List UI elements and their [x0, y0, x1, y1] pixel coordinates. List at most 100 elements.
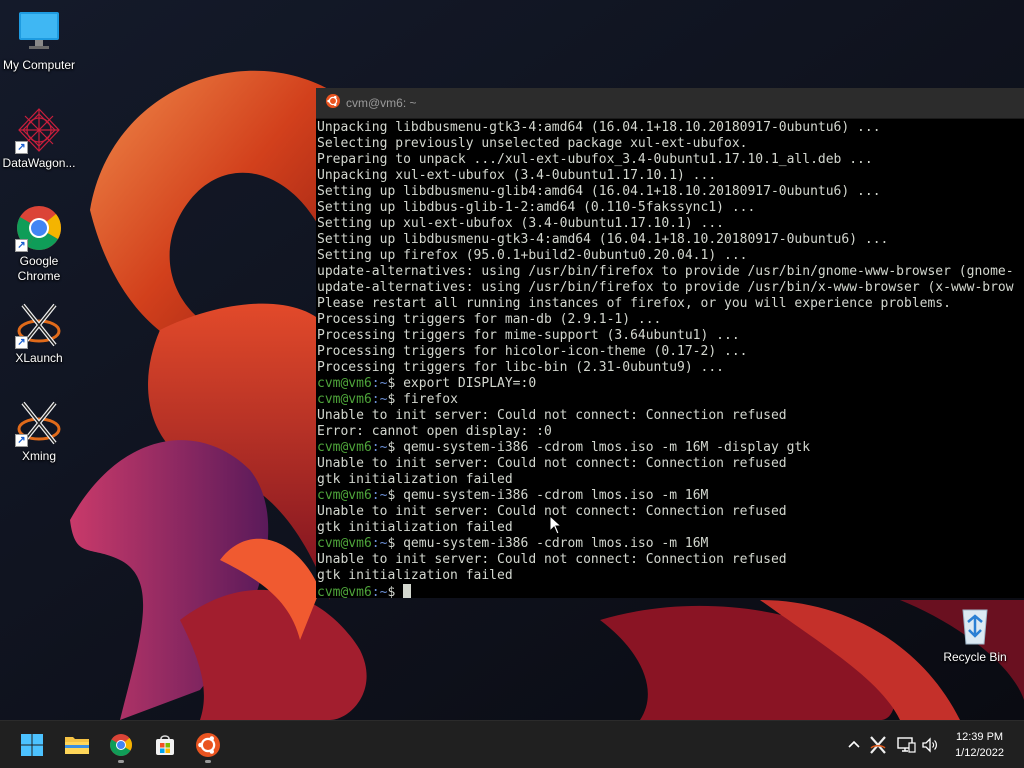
desktop-icon-label: Google Chrome	[17, 254, 61, 283]
volume-button[interactable]	[920, 735, 940, 755]
terminal-command-line: cvm@vm6:~$ qemu-system-i386 -cdrom lmos.…	[317, 488, 1024, 504]
terminal-output-line: update-alternatives: using /usr/bin/fire…	[317, 264, 1014, 279]
terminal-command-line: cvm@vm6:~$ export DISPLAY=:0	[317, 376, 1024, 392]
terminal-output-line: Processing triggers for mime-support (3.…	[317, 328, 740, 343]
desktop-icon-datawagon[interactable]: ↗ DataWagon...	[1, 106, 77, 171]
terminal-window[interactable]: cvm@vm6: ~ Unpacking libdbusmenu-gtk3-4:…	[316, 88, 1024, 598]
windows-logo-icon	[21, 734, 43, 756]
terminal-output-line: gtk initialization failed	[317, 568, 513, 583]
mouse-pointer-icon	[549, 515, 563, 535]
xming-tray-button[interactable]	[868, 735, 888, 755]
shortcut-arrow-icon: ↗	[15, 434, 28, 447]
running-indicator	[205, 760, 211, 763]
chevron-up-icon	[848, 740, 860, 748]
terminal-output-line: Setting up xul-ext-ubufox (3.4-0ubuntu1.…	[317, 216, 724, 231]
prompt-path: :~	[371, 392, 388, 407]
command-text: $	[387, 585, 404, 598]
terminal-command-line: cvm@vm6:~$ qemu-system-i386 -cdrom lmos.…	[317, 536, 1024, 552]
prompt-path: :~	[371, 585, 388, 598]
prompt-path: :~	[371, 488, 388, 503]
terminal-output-line: Setting up libdbusmenu-glib4:amd64 (16.0…	[317, 184, 881, 199]
desktop-icon-label: My Computer	[2, 58, 76, 72]
terminal-output-line: Setting up libdbus-glib-1-2:amd64 (0.110…	[317, 200, 756, 215]
terminal-output-line: Preparing to unpack .../xul-ext-ubufox_3…	[317, 152, 873, 167]
desktop-icon-label: XLaunch	[15, 351, 63, 365]
shortcut-arrow-icon: ↗	[15, 141, 28, 154]
terminal-output-line: Processing triggers for hicolor-icon-the…	[317, 344, 748, 359]
terminal-output-line: Please restart all running instances of …	[317, 296, 951, 311]
desktop-icon-label: Xming	[21, 449, 56, 463]
terminal-output-line: Selecting previously unselected package …	[317, 136, 748, 151]
ubuntu-icon	[326, 93, 340, 113]
terminal-output-line: Unable to init server: Could not connect…	[317, 408, 787, 423]
command-text: $ firefox	[387, 392, 458, 407]
ubuntu-icon	[196, 733, 220, 757]
prompt-user: cvm@vm6	[317, 536, 372, 551]
clock-date: 1/12/2022	[955, 747, 1004, 759]
prompt-user: cvm@vm6	[317, 376, 372, 391]
terminal-output-line: Setting up libdbusmenu-gtk3-4:amd64 (16.…	[317, 232, 889, 247]
chrome-icon	[110, 734, 133, 756]
terminal-command-line: cvm@vm6:~$ firefox	[317, 392, 1024, 408]
recycle-bin-icon	[951, 600, 999, 648]
prompt-user: cvm@vm6	[317, 488, 372, 503]
chrome-button[interactable]	[101, 725, 141, 765]
command-text: $ export DISPLAY=:0	[387, 376, 537, 391]
file-explorer-button[interactable]	[57, 725, 97, 765]
terminal-command-line: cvm@vm6:~$ qemu-system-i386 -cdrom lmos.…	[317, 440, 1024, 456]
taskbar-clock[interactable]: 12:39 PM 1/12/2022	[955, 729, 1004, 761]
desktop-icon-recycle-bin[interactable]: Recycle Bin	[937, 600, 1013, 665]
shortcut-arrow-icon: ↗	[15, 239, 28, 252]
network-button[interactable]	[896, 735, 916, 755]
desktop-icon-xlaunch[interactable]: ↗ XLaunch	[1, 301, 77, 366]
speaker-icon	[922, 737, 937, 753]
terminal-cursor	[403, 584, 412, 598]
prompt-user: cvm@vm6	[317, 585, 372, 598]
command-text: $ qemu-system-i386 -cdrom lmos.iso -m 16…	[387, 440, 811, 455]
x-icon	[870, 736, 886, 754]
shortcut-arrow-icon: ↗	[15, 336, 28, 349]
prompt-path: :~	[371, 376, 388, 391]
terminal-output-line: Processing triggers for libc-bin (2.31-0…	[317, 360, 724, 375]
taskbar: 12:39 PM 1/12/2022	[0, 720, 1024, 768]
monitor-icon	[15, 8, 63, 56]
desktop-icon-label: Recycle Bin	[943, 650, 1007, 664]
desktop-icon-xming[interactable]: ↗ Xming	[1, 399, 77, 464]
store-icon	[156, 735, 174, 755]
desktop-icon-my-computer[interactable]: My Computer	[1, 8, 77, 73]
terminal-title: cvm@vm6: ~	[346, 96, 417, 110]
terminal-output-line: Unable to init server: Could not connect…	[317, 504, 787, 519]
terminal-output[interactable]: Unpacking libdbusmenu-gtk3-4:amd64 (16.0…	[317, 120, 1024, 598]
terminal-output-line: Unable to init server: Could not connect…	[317, 552, 787, 567]
terminal-command-line: cvm@vm6:~$	[317, 584, 1024, 598]
terminal-output-line: Unpacking xul-ext-ubufox (3.4-0ubuntu1.1…	[317, 168, 717, 183]
terminal-output-line: gtk initialization failed	[317, 520, 513, 535]
ubuntu-button[interactable]	[188, 725, 228, 765]
x-icon: ↗	[15, 301, 63, 349]
prompt-user: cvm@vm6	[317, 392, 372, 407]
desktop-icon-label: DataWagon...	[2, 156, 76, 170]
prompt-path: :~	[371, 440, 388, 455]
terminal-output-line: Unable to init server: Could not connect…	[317, 456, 787, 471]
datawagon-icon: ↗	[15, 106, 63, 154]
store-button[interactable]	[145, 725, 185, 765]
x-icon: ↗	[15, 399, 63, 447]
prompt-path: :~	[371, 536, 388, 551]
terminal-output-line: Processing triggers for man-db (2.9.1-1)…	[317, 312, 662, 327]
show-hidden-icons-button[interactable]	[844, 735, 864, 755]
desktop-icon-google-chrome[interactable]: ↗ Google Chrome	[1, 204, 77, 284]
chrome-icon: ↗	[15, 204, 63, 252]
terminal-titlebar[interactable]: cvm@vm6: ~	[316, 88, 1024, 119]
terminal-output-line: Unpacking libdbusmenu-gtk3-4:amd64 (16.0…	[317, 120, 881, 135]
command-text: $ qemu-system-i386 -cdrom lmos.iso -m 16…	[387, 488, 709, 503]
terminal-output-line: gtk initialization failed	[317, 472, 513, 487]
prompt-user: cvm@vm6	[317, 440, 372, 455]
folder-icon	[65, 737, 89, 754]
clock-time: 12:39 PM	[955, 731, 1004, 743]
terminal-output-line: Setting up firefox (95.0.1+build2-0ubunt…	[317, 248, 748, 263]
terminal-output-line: Error: cannot open display: :0	[317, 424, 552, 439]
running-indicator	[118, 760, 124, 763]
start-button[interactable]	[12, 725, 52, 765]
network-icon	[897, 737, 916, 753]
command-text: $ qemu-system-i386 -cdrom lmos.iso -m 16…	[387, 536, 709, 551]
